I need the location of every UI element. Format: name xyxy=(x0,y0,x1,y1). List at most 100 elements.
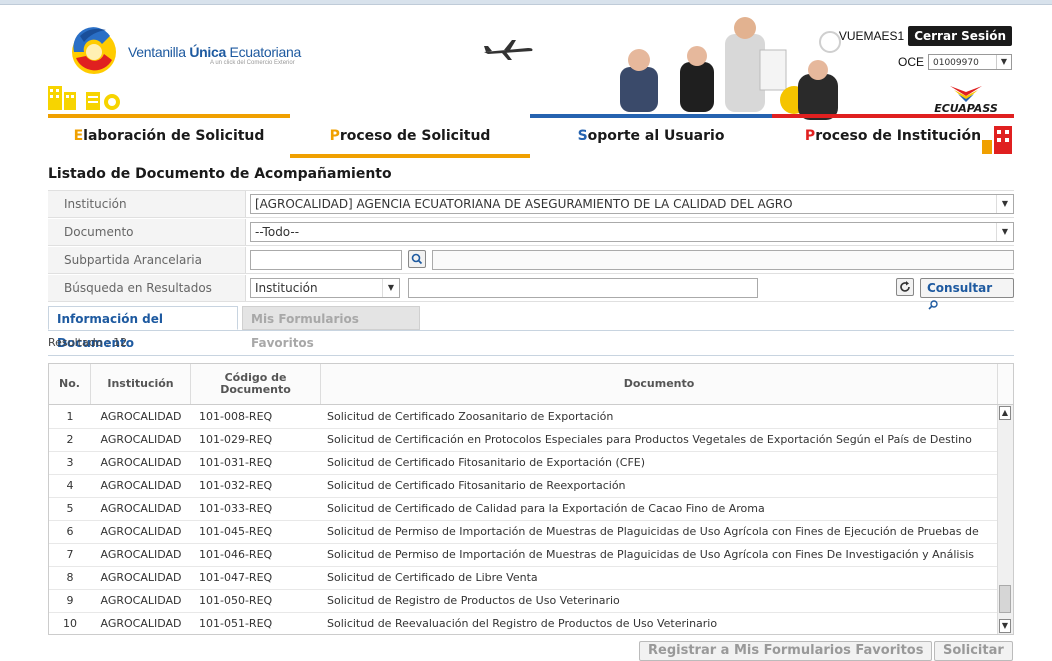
row-institucion: AGROCALIDAD xyxy=(100,594,182,607)
row-codigo: 101-047-REQ xyxy=(199,571,273,584)
nav-label: roceso de Institución xyxy=(815,128,982,144)
logo-subtitle: A un click del Comercio Exterior xyxy=(210,60,295,66)
header-codigo-line2: Documento xyxy=(220,383,291,396)
nav-proceso-institucion[interactable]: Proceso de Institución xyxy=(772,114,1014,158)
ecuapass-logo-text: ECUAPASS xyxy=(934,102,998,114)
row-documento: Solicitud de Certificado Fitosanitario d… xyxy=(327,479,626,492)
consultar-button[interactable]: Consultar xyxy=(920,278,1014,310)
nav-bar-top xyxy=(772,114,1014,118)
search-icon xyxy=(411,253,423,265)
row-institucion: AGROCALIDAD xyxy=(100,525,182,538)
nav-initial: P xyxy=(329,128,340,144)
table-row[interactable]: 7 AGROCALIDAD 101-046-REQ Solicitud de Perm… xyxy=(49,543,998,567)
row-institucion: AGROCALIDAD xyxy=(100,433,182,446)
divider xyxy=(48,355,1014,356)
nav-proceso-solicitud[interactable]: Proceso de Solicitud xyxy=(290,114,530,158)
result-count: Resultado : 12 xyxy=(48,336,128,349)
table-row[interactable]: 2 AGROCALIDAD 101-029-REQ Solicitud de Cert… xyxy=(49,428,998,452)
row-no: 9 xyxy=(66,594,74,607)
table-row[interactable]: 8 AGROCALIDAD 101-047-REQ Solicitud de Cert… xyxy=(49,566,998,590)
nav-label: roceso de Solicitud xyxy=(339,128,491,144)
documents-table: No. Institución Código de Documento Docu… xyxy=(48,363,1014,635)
subpartida-input[interactable] xyxy=(250,250,402,270)
subpartida-description-input[interactable] xyxy=(432,250,1014,270)
table-scrollbar[interactable]: ▲ ▼ xyxy=(997,405,1013,634)
nav-label: oporte al Usuario xyxy=(587,128,725,144)
tab-mis-formularios-favoritos[interactable]: Mis Formularios Favoritos xyxy=(242,306,420,350)
row-no: 4 xyxy=(66,479,74,492)
table-row[interactable]: 10 AGROCALIDAD 101-051-REQ Solicitud de Ree… xyxy=(49,612,998,634)
busqueda-field-select[interactable]: Institución ▼ xyxy=(250,278,400,298)
oce-select[interactable]: 01009970 ▼ xyxy=(928,54,1012,70)
row-documento: Solicitud de Permiso de Importación de M… xyxy=(327,548,974,561)
documento-select[interactable]: --Todo-- ▼ xyxy=(250,222,1014,242)
top-border xyxy=(0,0,1052,5)
row-documento: Solicitud de Permiso de Importación de M… xyxy=(327,525,979,538)
row-documento: Solicitud de Registro de Productos de Us… xyxy=(327,594,620,607)
row-institucion: AGROCALIDAD xyxy=(100,617,182,630)
row-codigo: 101-045-REQ xyxy=(199,525,273,538)
refresh-button[interactable] xyxy=(896,278,914,296)
nav-label: laboración de Solicitud xyxy=(83,128,265,144)
header-codigo: Código de Documento xyxy=(191,364,321,404)
row-no: 1 xyxy=(66,410,74,423)
row-documento: Solicitud de Reevaluación del Registro d… xyxy=(327,617,718,630)
row-documento: Solicitud de Certificado de Libre Venta xyxy=(327,571,538,584)
nav-elaboracion-solicitud[interactable]: Elaboración de Solicitud xyxy=(48,114,290,158)
row-codigo: 101-031-REQ xyxy=(199,456,273,469)
row-institucion: AGROCALIDAD xyxy=(100,571,182,584)
search-button[interactable] xyxy=(408,250,426,268)
user-area: VUEMAES1 Cerrar Sesión xyxy=(839,26,1012,46)
airplane-icon xyxy=(484,40,533,60)
row-no: 2 xyxy=(66,433,74,446)
logo-text: Ventanilla Única Ecuatoriana xyxy=(128,44,301,60)
table-row[interactable]: 9 AGROCALIDAD 101-050-REQ Solicitud de Regi… xyxy=(49,589,998,613)
row-codigo: 101-029-REQ xyxy=(199,433,273,446)
tab-informacion-documento[interactable]: Información del Documento xyxy=(48,306,238,350)
refresh-icon xyxy=(900,281,910,292)
table-row[interactable]: 4 AGROCALIDAD 101-032-REQ Solicitud de Cert… xyxy=(49,474,998,498)
documento-value: --Todo-- xyxy=(255,225,300,239)
vue-logo[interactable]: Ventanilla Única Ecuatoriana A un click … xyxy=(66,22,306,78)
nav-initial: E xyxy=(73,128,84,144)
nav-bar-top xyxy=(48,114,290,118)
row-documento: Solicitud de Certificado de Calidad para… xyxy=(327,502,765,515)
busqueda-input[interactable] xyxy=(408,278,758,298)
username-label: VUEMAES1 xyxy=(838,29,905,43)
scroll-thumb[interactable] xyxy=(999,585,1011,613)
busqueda-row: Búsqueda en Resultados Institución ▼ Con… xyxy=(48,274,1014,310)
scroll-up-icon[interactable]: ▲ xyxy=(999,406,1011,420)
row-no: 6 xyxy=(66,525,74,538)
row-institucion: AGROCALIDAD xyxy=(100,456,182,469)
institucion-label: Institución xyxy=(48,191,246,217)
table-row[interactable]: 3 AGROCALIDAD 101-031-REQ Solicitud de Cert… xyxy=(49,451,998,475)
solicitar-button[interactable]: Solicitar xyxy=(934,641,1013,661)
subpartida-label: Subpartida Arancelaria xyxy=(48,247,246,273)
chevron-down-icon: ▼ xyxy=(382,279,399,297)
consultar-label: Consultar xyxy=(927,281,993,295)
register-favorites-button[interactable]: Registrar a Mis Formularios Favoritos xyxy=(639,641,933,661)
institucion-row: Institución [AGROCALIDAD] AGENCIA ECUATO… xyxy=(48,190,1014,218)
row-documento: Solicitud de Certificado Zoosanitario de… xyxy=(327,410,614,423)
chevron-down-icon: ▼ xyxy=(996,195,1013,213)
oce-value: 01009970 xyxy=(933,58,979,68)
chevron-down-icon: ▼ xyxy=(996,223,1013,241)
row-institucion: AGROCALIDAD xyxy=(100,548,182,561)
table-row[interactable]: 5 AGROCALIDAD 101-033-REQ Solicitud de Cert… xyxy=(49,497,998,521)
nav-soporte-usuario[interactable]: Soporte al Usuario xyxy=(530,114,772,158)
row-no: 10 xyxy=(63,617,77,630)
scroll-down-icon[interactable]: ▼ xyxy=(999,619,1011,633)
busqueda-value: Institución xyxy=(255,281,318,295)
row-codigo: 101-050-REQ xyxy=(199,594,273,607)
nav-initial: P xyxy=(804,128,816,144)
ecuapass-logo: ECUAPASS xyxy=(934,86,998,114)
row-institucion: AGROCALIDAD xyxy=(100,502,182,515)
logout-button[interactable]: Cerrar Sesión xyxy=(908,26,1012,46)
table-row[interactable]: 6 AGROCALIDAD 101-045-REQ Solicitud de Perm… xyxy=(49,520,998,544)
row-no: 8 xyxy=(66,571,74,584)
institucion-select[interactable]: [AGROCALIDAD] AGENCIA ECUATORIANA DE ASE… xyxy=(250,194,1014,214)
row-codigo: 101-051-REQ xyxy=(199,617,273,630)
nav-bar-bottom xyxy=(290,154,530,158)
table-row[interactable]: 1 AGROCALIDAD 101-008-REQ Solicitud de Cert… xyxy=(49,405,998,429)
row-codigo: 101-032-REQ xyxy=(199,479,273,492)
